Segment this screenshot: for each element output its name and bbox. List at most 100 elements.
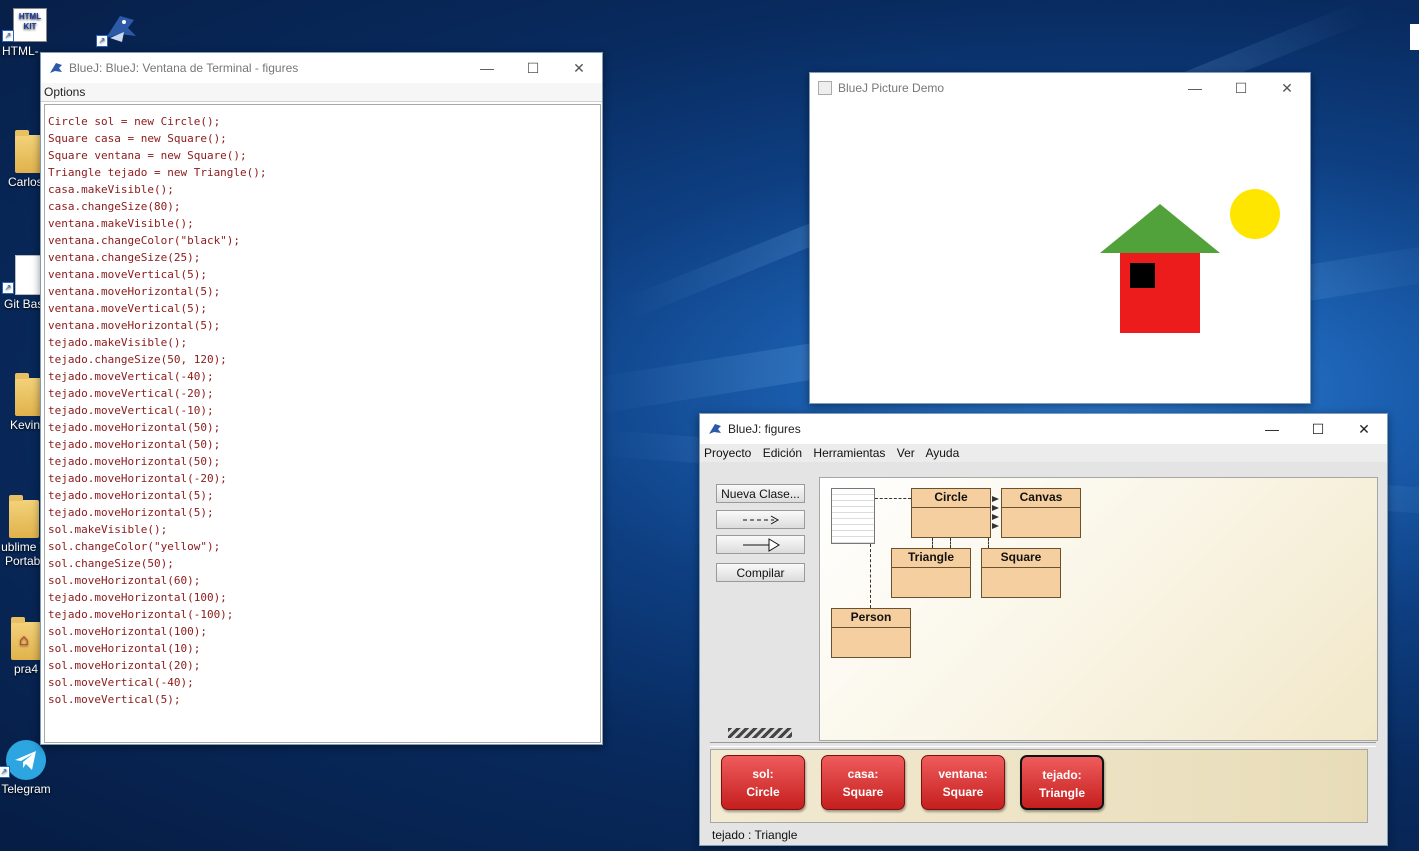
picture-demo-window[interactable]: BlueJ Picture Demo — ☐ ✕ — [809, 72, 1311, 404]
class-triangle[interactable]: Triangle — [891, 548, 971, 598]
picture-drawing — [1100, 189, 1280, 333]
vm-progress-indicator — [728, 728, 792, 738]
terminal-line: ventana.moveHorizontal(5); — [48, 319, 221, 332]
bluej-icon — [50, 63, 62, 73]
bluej-main-window[interactable]: BlueJ: figures — ☐ ✕ Proyecto Edición He… — [699, 413, 1388, 846]
compile-button[interactable]: Compilar — [716, 563, 805, 582]
object-sol[interactable]: sol: Circle — [721, 755, 805, 810]
class-square[interactable]: Square — [981, 548, 1061, 598]
menu-options[interactable]: Options — [44, 85, 85, 99]
menu-edicion[interactable]: Edición — [763, 446, 802, 460]
bluej-titlebar[interactable]: BlueJ: figures — ☐ ✕ — [700, 414, 1387, 444]
terminal-line: sol.makeVisible(); — [48, 523, 168, 536]
maximize-button[interactable]: ☐ — [1218, 73, 1264, 103]
terminal-line: tejado.changeSize(50, 120); — [48, 353, 227, 366]
shortcut-arrow-icon: ↗ — [96, 35, 108, 47]
object-type: Circle — [746, 785, 780, 799]
new-class-button[interactable]: Nueva Clase... — [716, 484, 805, 503]
terminal-line: tejado.moveVertical(-20); — [48, 387, 214, 400]
picture-demo-titlebar[interactable]: BlueJ Picture Demo — ☐ ✕ — [810, 73, 1310, 103]
dependency-line — [950, 538, 951, 548]
terminal-line: tejado.moveHorizontal(-100); — [48, 608, 234, 621]
terminal-line: tejado.moveVertical(-40); — [48, 370, 214, 383]
menu-ayuda[interactable]: Ayuda — [925, 446, 959, 460]
object-name: ventana: — [938, 767, 988, 781]
terminal-menubar: Options — [41, 83, 602, 102]
window-square — [1130, 263, 1155, 288]
terminal-line: sol.moveVertical(5); — [48, 693, 181, 706]
object-name: tejado: — [1042, 768, 1082, 782]
terminal-line: tejado.makeVisible(); — [48, 336, 188, 349]
minimize-button[interactable]: — — [1249, 414, 1295, 444]
class-circle[interactable]: Circle — [911, 488, 991, 538]
menu-herramientas[interactable]: Herramientas — [813, 446, 885, 460]
html-kit-text: HTML KIT — [18, 12, 42, 31]
close-button[interactable]: ✕ — [1264, 73, 1310, 103]
desktop-icon-partial[interactable] — [1410, 24, 1419, 50]
desktop-icon-html-kit[interactable]: HTML KIT ↗ HTML- — [0, 8, 60, 58]
terminal-line: Triangle tejado = new Triangle(); — [48, 166, 267, 179]
terminal-line: tejado.moveHorizontal(-20); — [48, 472, 227, 485]
readme-note-icon[interactable] — [831, 488, 875, 544]
terminal-titlebar[interactable]: BlueJ: BlueJ: Ventana de Terminal - figu… — [41, 53, 602, 83]
sun-circle — [1230, 189, 1280, 239]
html-kit-icon: HTML KIT — [13, 8, 47, 42]
dependency-line — [988, 538, 989, 548]
object-ventana[interactable]: ventana: Square — [921, 755, 1005, 810]
class-canvas[interactable]: Canvas — [1001, 488, 1081, 538]
terminal-line: ventana.moveVertical(5); — [48, 268, 207, 281]
maximize-button[interactable]: ☐ — [1295, 414, 1341, 444]
shortcut-arrow-icon: ↗ — [2, 282, 14, 294]
bluej-menubar: Proyecto Edición Herramientas Ver Ayuda — [700, 444, 1387, 462]
object-type: Square — [842, 785, 884, 799]
terminal-line: tejado.moveHorizontal(50); — [48, 421, 221, 434]
terminal-line: sol.moveHorizontal(10); — [48, 642, 201, 655]
terminal-line: tejado.moveHorizontal(50); — [48, 455, 221, 468]
terminal-line: ventana.changeSize(25); — [48, 251, 201, 264]
terminal-line: ventana.changeColor("black"); — [48, 234, 241, 247]
terminal-line: ventana.moveVertical(5); — [48, 302, 207, 315]
inheritance-arrow-button[interactable] — [716, 535, 805, 554]
object-name: sol: — [752, 767, 774, 781]
terminal-line: sol.changeSize(50); — [48, 557, 174, 570]
terminal-line: sol.moveVertical(-40); — [48, 676, 194, 689]
terminal-line: tejado.moveHorizontal(5); — [48, 506, 214, 519]
terminal-line: tejado.moveHorizontal(50); — [48, 438, 221, 451]
terminal-window[interactable]: BlueJ: BlueJ: Ventana de Terminal - figu… — [40, 52, 603, 745]
close-button[interactable]: ✕ — [556, 53, 602, 83]
menu-ver[interactable]: Ver — [897, 446, 915, 460]
object-casa[interactable]: casa: Square — [821, 755, 905, 810]
window-title: BlueJ: figures — [728, 422, 801, 436]
desktop-icon-telegram[interactable]: ↗ Telegram — [0, 740, 56, 796]
shortcut-arrow-icon: ↗ — [0, 766, 10, 778]
status-bar: tejado : Triangle — [712, 828, 798, 842]
object-type: Square — [942, 785, 984, 799]
close-button[interactable]: ✕ — [1341, 414, 1387, 444]
object-type: Triangle — [1038, 786, 1085, 800]
terminal-line: Circle sol = new Circle(); — [48, 115, 221, 128]
terminal-line: ventana.makeVisible(); — [48, 217, 194, 230]
minimize-button[interactable]: — — [1172, 73, 1218, 103]
minimize-button[interactable]: — — [464, 53, 510, 83]
terminal-line: Square ventana = new Square(); — [48, 149, 247, 162]
terminal-output[interactable]: Circle sol = new Circle(); Square casa = … — [44, 104, 601, 743]
object-bench[interactable]: sol: Circle casa: Square ventana: Square… — [710, 749, 1368, 823]
object-name: casa: — [847, 767, 879, 781]
roof-triangle — [1100, 204, 1220, 253]
terminal-line: sol.moveHorizontal(20); — [48, 659, 201, 672]
shortcut-arrow-icon: ↗ — [2, 30, 14, 42]
terminal-line: ventana.moveHorizontal(5); — [48, 285, 221, 298]
desktop-icon-bluej[interactable]: ↗ — [90, 10, 150, 49]
window-title: BlueJ: BlueJ: Ventana de Terminal - figu… — [69, 61, 299, 75]
terminal-line: Square casa = new Square(); — [48, 132, 227, 145]
menu-proyecto[interactable]: Proyecto — [704, 446, 751, 460]
uses-arrow-button[interactable] — [716, 510, 805, 529]
object-tejado[interactable]: tejado: Triangle — [1020, 755, 1104, 810]
bluej-body: Nueva Clase... Compilar Circle Canvas Tr… — [700, 463, 1387, 845]
class-diagram[interactable]: Circle Canvas Triangle Square Person — [819, 477, 1378, 741]
class-person[interactable]: Person — [831, 608, 911, 658]
dependency-line — [870, 544, 871, 608]
maximize-button[interactable]: ☐ — [510, 53, 556, 83]
splitter[interactable] — [710, 742, 1376, 747]
terminal-line: sol.moveHorizontal(60); — [48, 574, 201, 587]
